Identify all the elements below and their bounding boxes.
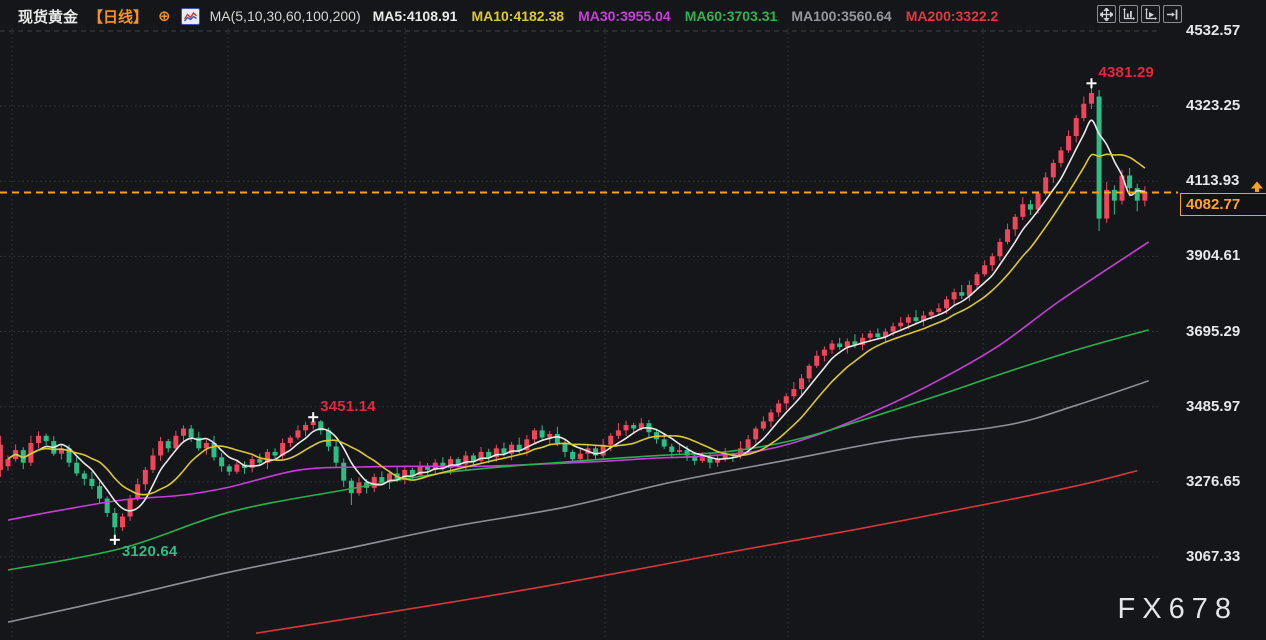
jump-to-latest-button[interactable] <box>1163 5 1182 23</box>
watermark: FX678 <box>1118 593 1238 626</box>
y-axis-label: 3904.61 <box>1186 247 1240 264</box>
period-label: 【日线】 <box>88 6 148 27</box>
axis-bars-icon <box>1122 8 1135 21</box>
last-price-tag: 4082.77 <box>1180 193 1266 216</box>
move-crosshair-button[interactable] <box>1097 5 1116 23</box>
axis-autoscale-button[interactable] <box>1141 5 1160 23</box>
y-axis-label: 3276.65 <box>1186 473 1240 490</box>
axis-bars-button[interactable] <box>1119 5 1138 23</box>
jump-to-latest-icon <box>1166 8 1179 21</box>
indicator-icon <box>181 8 200 25</box>
axis-autoscale-icon <box>1144 8 1157 21</box>
y-axis-label: 4113.93 <box>1186 172 1239 189</box>
price-annotation: 4381.29 <box>1098 64 1154 81</box>
ma-value-4: MA100:3560.64 <box>791 8 891 24</box>
candlestick-chart[interactable] <box>0 0 1266 640</box>
ma-value-5: MA200:3322.2 <box>906 8 999 24</box>
y-axis-label: 3067.33 <box>1186 548 1240 565</box>
price-annotation: 3451.14 <box>320 398 376 415</box>
y-axis-label: 3695.29 <box>1186 323 1240 340</box>
ma-values-row: MA5:4108.91 MA10:4182.38 MA30:3955.04 MA60:… <box>371 8 999 24</box>
ma-value-3: MA60:3703.31 <box>685 8 778 24</box>
chart-toolbar <box>1097 5 1182 23</box>
ma-value-2: MA30:3955.04 <box>578 8 671 24</box>
y-axis-label: 4323.25 <box>1186 97 1240 114</box>
symbol-name: 现货黄金 <box>18 6 78 27</box>
ma-value-0: MA5:4108.91 <box>373 8 458 24</box>
y-axis-label: 4532.57 <box>1186 22 1240 39</box>
chart-header: 现货黄金 【日线】 ⊕ MA(5,10,30,60,100,200) MA5:4… <box>18 5 998 27</box>
chart-window: 现货黄金 【日线】 ⊕ MA(5,10,30,60,100,200) MA5:4… <box>0 0 1266 640</box>
expand-icon[interactable]: ⊕ <box>158 7 171 25</box>
ma-value-1: MA10:4182.38 <box>471 8 564 24</box>
move-crosshair-icon <box>1100 8 1113 21</box>
price-annotation: 3120.64 <box>122 543 178 560</box>
last-price-value: 4082.77 <box>1186 196 1240 213</box>
indicator-params: MA(5,10,30,60,100,200) <box>210 8 361 24</box>
y-axis-label: 3485.97 <box>1186 398 1240 415</box>
